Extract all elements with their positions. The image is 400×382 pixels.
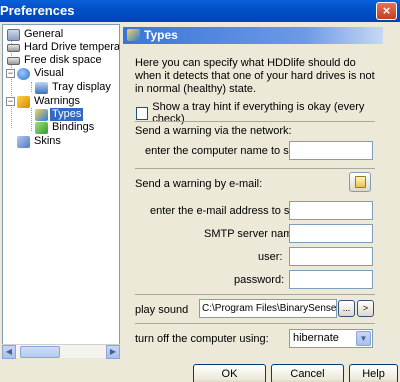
scroll-right-icon[interactable]: ▶ [106,345,120,359]
user-label: user: [258,251,283,263]
divider [135,121,375,122]
tree-item-label: Free disk space [24,54,102,66]
section-title: Types [144,28,178,42]
user-input[interactable] [289,247,373,266]
shutdown-method-select[interactable]: hibernate ▼ [289,329,373,348]
play-sound-button[interactable]: > [357,300,374,317]
tree-item-free-disk-space[interactable]: Free disk space [7,54,104,67]
shutdown-label: turn off the computer using: [135,333,269,345]
cancel-button[interactable]: Cancel [271,364,344,382]
visual-icon [17,67,30,80]
collapse-icon[interactable]: − [6,97,15,106]
divider [135,294,375,295]
tree-item-label: Warnings [34,95,81,107]
scroll-left-icon[interactable]: ◀ [2,345,16,359]
bindings-icon [35,121,48,134]
help-button[interactable]: Help [349,364,398,382]
smtp-server-input[interactable] [289,224,373,243]
hard-drive-icon [7,43,20,52]
divider [135,168,375,169]
tree-item-general[interactable]: General [7,28,65,41]
email-address-input[interactable] [289,201,373,220]
tree-item-label: Hard Drive temperat [24,41,120,53]
computer-name-label: enter the computer name to send [145,145,308,157]
disk-icon [7,56,20,65]
tree-item-label: Types [50,108,84,121]
password-input[interactable] [289,270,373,289]
window-title: Preferences [0,3,75,18]
password-label: password: [234,274,285,286]
email-address-label: enter the e-mail address to send [150,205,308,217]
tree-connector [31,82,32,92]
tree-item-tray-display[interactable]: Tray display [35,81,113,94]
tree-item-types[interactable]: Types [35,108,84,121]
sound-path-input[interactable]: C:\Program Files\BinarySense\HD [199,299,337,318]
tree-item-label: General [24,28,64,40]
types-settings-panel: Here you can specify what HDDlife should… [123,44,383,354]
tree-connector [31,108,32,131]
email-book-button[interactable] [349,172,371,192]
close-button[interactable]: × [376,2,397,20]
ok-button[interactable]: OK [193,364,266,382]
smtp-server-label: SMTP server name: [204,228,302,240]
tree-item-bindings[interactable]: Bindings [35,121,96,134]
tree-item-skins[interactable]: Skins [17,135,63,148]
title-bar: Preferences × [0,0,400,22]
scrollbar-thumb[interactable] [20,346,60,358]
types-icon [35,108,48,121]
tree-item-hard-drive-temperature[interactable]: Hard Drive temperat [7,41,120,54]
tree-item-label: Bindings [52,121,95,133]
preferences-tree[interactable]: General Hard Drive temperat Free disk sp… [2,24,120,358]
tree-item-warnings[interactable]: − Warnings [6,95,82,108]
tree-item-label: Visual [34,67,64,79]
tree-item-label: Skins [34,135,61,147]
computer-name-input[interactable] [289,141,373,160]
description-text: Here you can specify what HDDlife should… [135,57,375,95]
types-icon [127,29,140,41]
shutdown-selected-value: hibernate [293,332,339,344]
settings-icon [7,28,20,41]
section-header: Types [123,27,383,44]
browse-sound-button[interactable]: ... [338,300,355,317]
tray-icon [35,81,48,94]
tree-item-label: Tray display [52,81,111,93]
tree-item-visual[interactable]: − Visual [6,67,66,80]
skins-icon [17,135,30,148]
close-icon: × [382,3,391,18]
warnings-icon [17,95,30,108]
network-section-label: Send a warning via the network: [135,125,292,137]
collapse-icon[interactable]: − [6,69,15,78]
email-section-label: Send a warning by e-mail: [135,178,263,190]
checkbox-box[interactable] [136,106,149,120]
chevron-down-icon[interactable]: ▼ [356,331,371,346]
tree-horizontal-scrollbar[interactable]: ◀ ▶ [2,344,120,359]
play-sound-label: play sound [135,304,189,316]
address-book-icon [355,176,366,188]
divider [135,323,375,324]
